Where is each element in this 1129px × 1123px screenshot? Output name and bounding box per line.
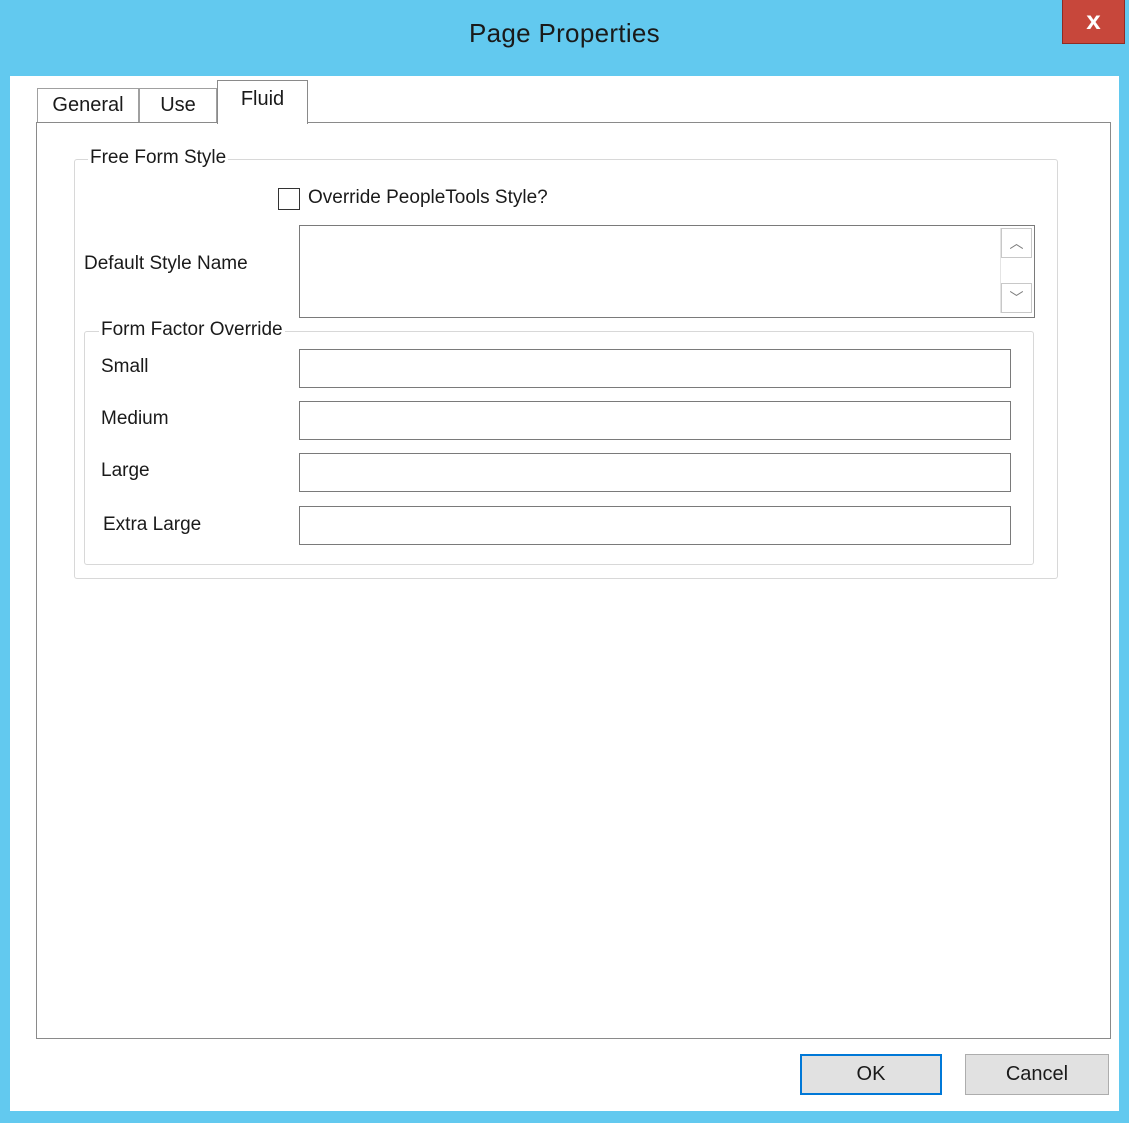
extra-large-label: Extra Large xyxy=(103,514,202,535)
chevron-up-icon: ︿ xyxy=(1009,235,1024,251)
dialog-window: Page Properties x General Use Fluid Free… xyxy=(0,0,1129,1123)
ok-button-label: OK xyxy=(856,1063,886,1085)
large-input[interactable] xyxy=(299,453,1011,492)
form-factor-override-label: Form Factor Override xyxy=(99,319,285,341)
tab-general-label: General xyxy=(52,94,124,116)
override-peopletools-style-checkbox[interactable] xyxy=(278,188,300,210)
tab-fluid-label: Fluid xyxy=(240,88,285,110)
window-title: Page Properties xyxy=(469,18,660,48)
ok-button[interactable]: OK xyxy=(800,1054,942,1095)
tab-general[interactable]: General xyxy=(37,88,139,123)
default-style-scrollbar[interactable]: ︿ ﹀ xyxy=(1000,228,1032,313)
chevron-down-icon: ﹀ xyxy=(1009,290,1024,306)
medium-input[interactable] xyxy=(299,401,1011,440)
default-style-name-input[interactable] xyxy=(300,226,983,315)
cancel-button-label: Cancel xyxy=(1005,1063,1069,1085)
small-input[interactable] xyxy=(299,349,1011,388)
extra-large-input[interactable] xyxy=(299,506,1011,545)
default-style-name-box: ︿ ﹀ xyxy=(299,225,1035,318)
tab-use-label: Use xyxy=(160,94,196,116)
fluid-tab-panel: Free Form Style Override PeopleTools Sty… xyxy=(36,122,1111,1039)
override-peopletools-style-label[interactable]: Override PeopleTools Style? xyxy=(308,187,548,209)
title-bar[interactable]: Page Properties x xyxy=(0,0,1129,76)
cancel-button[interactable]: Cancel xyxy=(965,1054,1109,1095)
close-icon: x xyxy=(1086,5,1101,35)
scroll-down-button[interactable]: ﹀ xyxy=(1001,283,1032,313)
free-form-style-label: Free Form Style xyxy=(88,147,229,169)
dialog-client-area: General Use Fluid Free Form Style Overri… xyxy=(10,76,1119,1111)
default-style-name-label: Default Style Name xyxy=(84,253,248,274)
large-label: Large xyxy=(101,460,150,481)
tab-use[interactable]: Use xyxy=(139,88,217,123)
small-label: Small xyxy=(101,356,149,377)
tab-fluid[interactable]: Fluid xyxy=(217,80,308,124)
close-button[interactable]: x xyxy=(1062,0,1125,44)
scroll-up-button[interactable]: ︿ xyxy=(1001,228,1032,258)
medium-label: Medium xyxy=(101,408,169,429)
